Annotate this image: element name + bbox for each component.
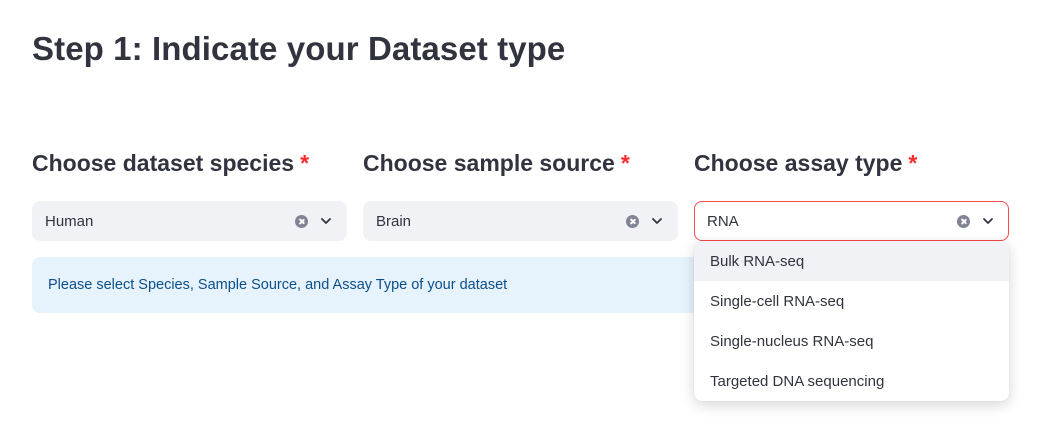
sample-source-select-value: Brain <box>376 212 412 230</box>
required-marker: * <box>908 150 918 176</box>
clear-icon[interactable] <box>957 214 970 228</box>
page: Step 1: Indicate your Dataset type Choos… <box>0 0 1042 436</box>
clear-icon[interactable] <box>295 214 308 228</box>
assay-type-label: Choose assay type * <box>694 150 917 177</box>
clear-icon[interactable] <box>626 214 639 228</box>
chevron-down-icon[interactable] <box>649 213 665 229</box>
dropdown-option-bulk-rna-seq[interactable]: Bulk RNA-seq <box>694 241 1009 281</box>
sample-source-label-text: Choose sample source <box>363 150 615 176</box>
sample-source-label: Choose sample source * <box>363 150 630 177</box>
required-marker: * <box>300 150 310 176</box>
species-label: Choose dataset species * <box>32 150 309 177</box>
page-title: Step 1: Indicate your Dataset type <box>32 30 566 67</box>
sample-source-select[interactable]: Brain <box>363 201 678 241</box>
dropdown-option-targeted-dna-sequencing[interactable]: Targeted DNA sequencing <box>694 361 1009 401</box>
assay-type-select[interactable]: RNA <box>694 201 1009 241</box>
assay-type-select-value[interactable]: RNA <box>695 213 957 230</box>
chevron-down-icon[interactable] <box>980 213 996 229</box>
species-select-value: Human <box>45 212 94 230</box>
info-message: Please select Species, Sample Source, an… <box>48 277 508 293</box>
species-label-text: Choose dataset species <box>32 150 295 176</box>
chevron-down-icon[interactable] <box>318 213 334 229</box>
assay-type-dropdown-menu: Bulk RNA-seq Single-cell RNA-seq Single-… <box>694 241 1009 401</box>
species-select[interactable]: Human <box>32 201 347 241</box>
dropdown-option-single-cell-rna-seq[interactable]: Single-cell RNA-seq <box>694 281 1009 321</box>
assay-type-label-text: Choose assay type <box>694 150 903 176</box>
required-marker: * <box>620 150 630 176</box>
dropdown-option-single-nucleus-rna-seq[interactable]: Single-nucleus RNA-seq <box>694 321 1009 361</box>
